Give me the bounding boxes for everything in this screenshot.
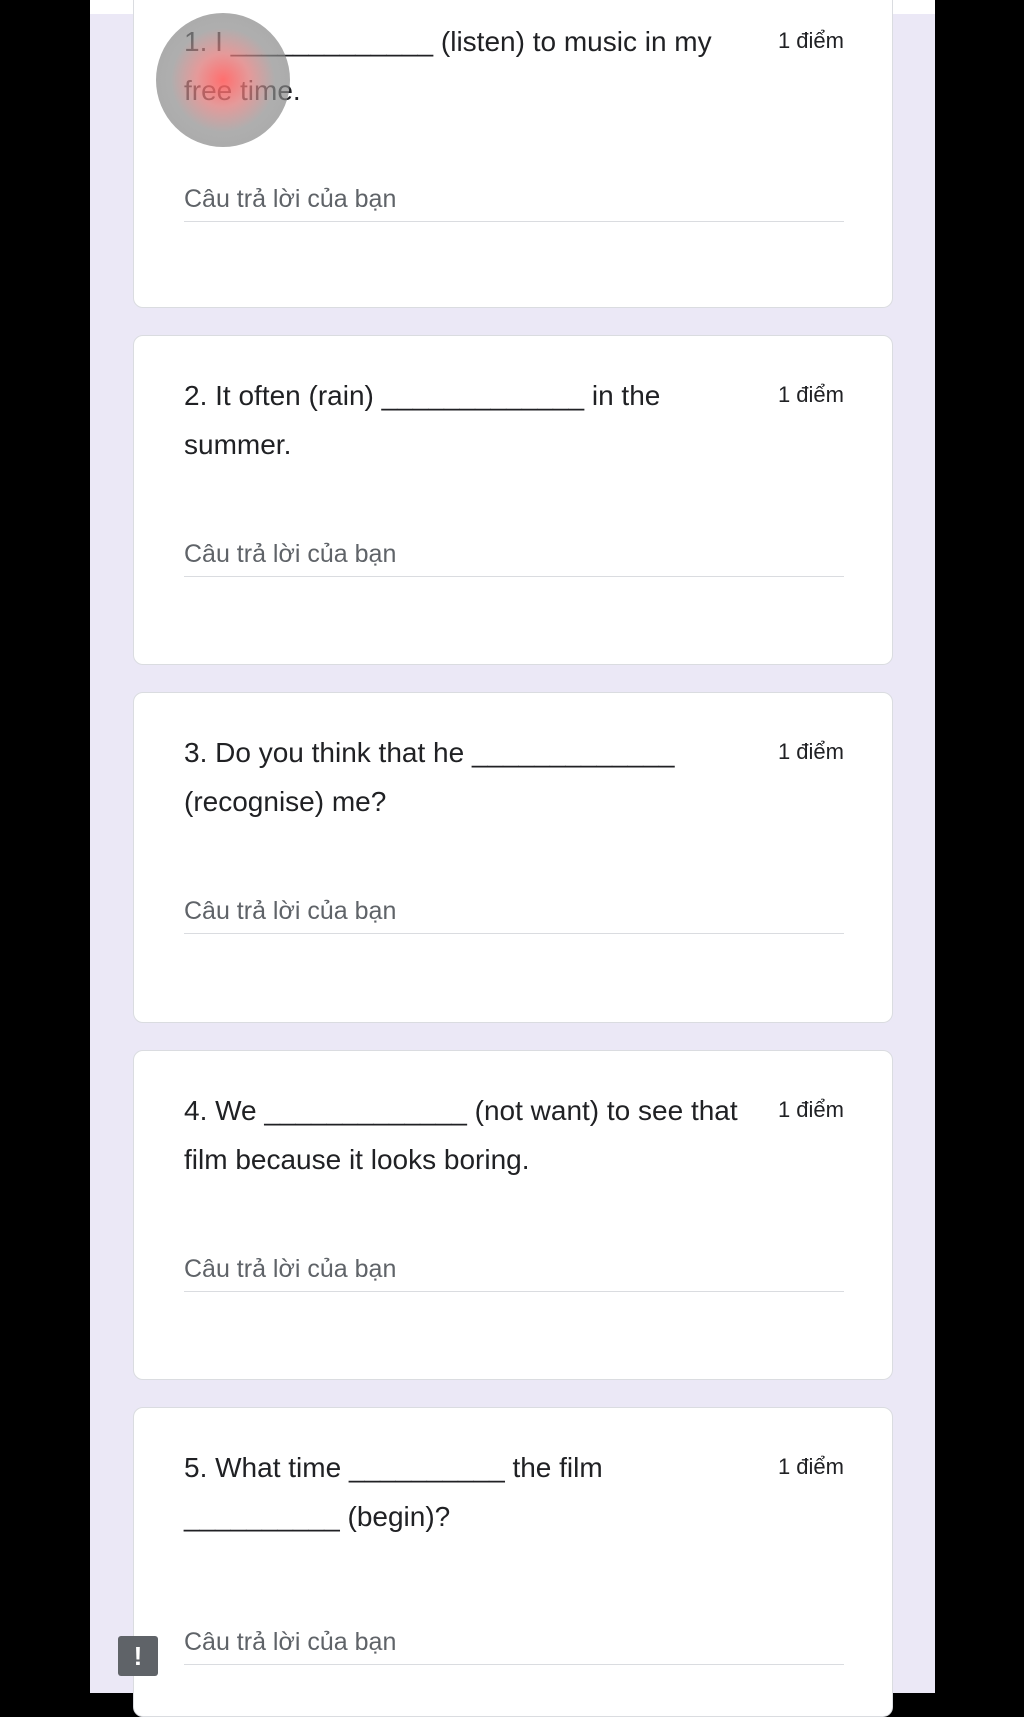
question-text-4: 4. We _____________ (not want) to see th… [184, 1095, 738, 1175]
screen: 1. I _____________ (listen) to music in … [0, 0, 1024, 1717]
question-card-2: 2. It often (rain) _____________ in the … [133, 335, 893, 665]
question-text-2: 2. It often (rain) _____________ in the … [184, 380, 661, 460]
question-card-5: 5. What time __________ the film _______… [133, 1407, 893, 1717]
question-card-4: 4. We _____________ (not want) to see th… [133, 1050, 893, 1380]
answer-input-2[interactable] [184, 532, 844, 577]
question-text-5: 5. What time __________ the film _______… [184, 1452, 603, 1532]
question-points-5: 1 điểm [777, 1454, 844, 1479]
question-text-3: 3. Do you think that he _____________ (r… [184, 737, 675, 817]
question-text-1: 1. I _____________ (listen) to music in … [184, 26, 712, 106]
question-card-3: 3. Do you think that he _____________ (r… [133, 692, 893, 1023]
exclamation-icon[interactable]: ! [118, 1636, 158, 1676]
answer-input-5[interactable] [184, 1620, 844, 1665]
question-points-1: 1 điểm [777, 28, 844, 53]
question-points-2: 1 điểm [777, 382, 844, 407]
answer-input-1[interactable] [184, 177, 844, 222]
question-points-4: 1 điểm [777, 1097, 844, 1122]
answer-input-4[interactable] [184, 1247, 844, 1292]
question-card-1: 1. I _____________ (listen) to music in … [133, 0, 893, 308]
answer-input-3[interactable] [184, 889, 844, 934]
question-points-3: 1 điểm [777, 739, 844, 764]
